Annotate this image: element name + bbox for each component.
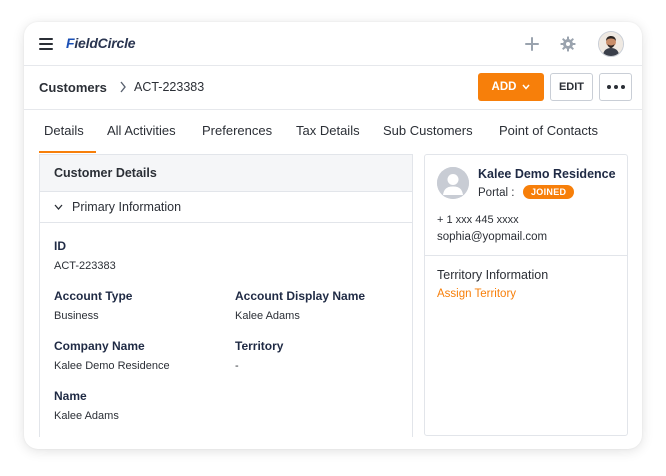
contact-card: Kalee Demo Residence Portal : JOINED + 1… — [424, 154, 628, 436]
field-label: Company Name — [54, 339, 145, 353]
customer-details-title: Customer Details — [40, 155, 412, 192]
territory-information-title: Territory Information — [437, 268, 549, 282]
tab-all-activities[interactable]: All Activities — [107, 123, 176, 138]
tab-details[interactable]: Details — [44, 123, 84, 138]
contact-email: sophia@yopmail.com — [437, 231, 548, 243]
tab-point-of-contacts[interactable]: Point of Contacts — [499, 123, 598, 138]
menu-icon[interactable] — [39, 38, 53, 50]
app-window: FieldCircle Customers ACT-223383 ADD EDI… — [24, 22, 642, 449]
field-label: Territory — [235, 339, 284, 353]
tab-preferences[interactable]: Preferences — [202, 123, 272, 138]
field-account-display-name: Account Display Name Kalee Adams — [235, 289, 365, 322]
tab-sub-customers[interactable]: Sub Customers — [383, 123, 473, 138]
breadcrumb-customers-link[interactable]: Customers — [39, 80, 107, 95]
field-name: Name Kalee Adams — [54, 389, 119, 422]
chevron-right-icon — [120, 81, 126, 93]
field-value: Kalee Demo Residence — [54, 360, 170, 372]
primary-information-label: Primary Information — [72, 200, 182, 214]
primary-information-toggle[interactable]: Primary Information — [40, 192, 412, 223]
field-label: Account Type — [54, 289, 133, 303]
active-tab-indicator — [39, 151, 96, 153]
assign-territory-link[interactable]: Assign Territory — [437, 288, 516, 300]
field-value: Business — [54, 310, 99, 322]
breadcrumb: Customers ACT-223383 ADD EDIT — [24, 66, 642, 110]
field-value: Kalee Adams — [235, 310, 300, 322]
field-label: Account Display Name — [235, 289, 366, 303]
divider — [425, 255, 627, 256]
tab-bar: Details All Activities Preferences Tax D… — [24, 110, 642, 154]
plus-icon[interactable] — [524, 36, 540, 52]
portal-status-badge: JOINED — [523, 185, 575, 199]
field-label: Name — [54, 389, 87, 403]
chevron-down-icon — [522, 84, 531, 90]
top-bar: FieldCircle — [24, 22, 642, 66]
field-value: Kalee Adams — [54, 410, 119, 422]
tab-tax-details[interactable]: Tax Details — [296, 123, 360, 138]
field-id: ID ACT-223383 — [54, 239, 116, 272]
more-options-button[interactable] — [599, 73, 632, 101]
field-label: ID — [54, 239, 66, 253]
add-button-label: ADD — [491, 81, 517, 93]
field-value: ACT-223383 — [54, 260, 116, 272]
contact-avatar-icon — [437, 167, 469, 199]
edit-button[interactable]: EDIT — [550, 73, 593, 101]
add-button[interactable]: ADD — [478, 73, 544, 101]
app-logo[interactable]: FieldCircle — [66, 35, 136, 51]
chevron-down-icon — [54, 204, 63, 210]
gear-icon[interactable] — [560, 36, 576, 52]
contact-phone: + 1 xxx 445 xxxx — [437, 214, 519, 226]
breadcrumb-current: ACT-223383 — [134, 80, 205, 94]
customer-details-panel: Customer Details Primary Information ID … — [39, 154, 413, 437]
field-territory: Territory - — [235, 339, 283, 372]
field-company-name: Company Name Kalee Demo Residence — [54, 339, 170, 372]
field-account-type: Account Type Business — [54, 289, 132, 322]
contact-name[interactable]: Kalee Demo Residence — [478, 167, 616, 181]
portal-label: Portal : — [478, 187, 515, 199]
user-avatar[interactable] — [598, 31, 624, 57]
field-value: - — [235, 360, 239, 372]
